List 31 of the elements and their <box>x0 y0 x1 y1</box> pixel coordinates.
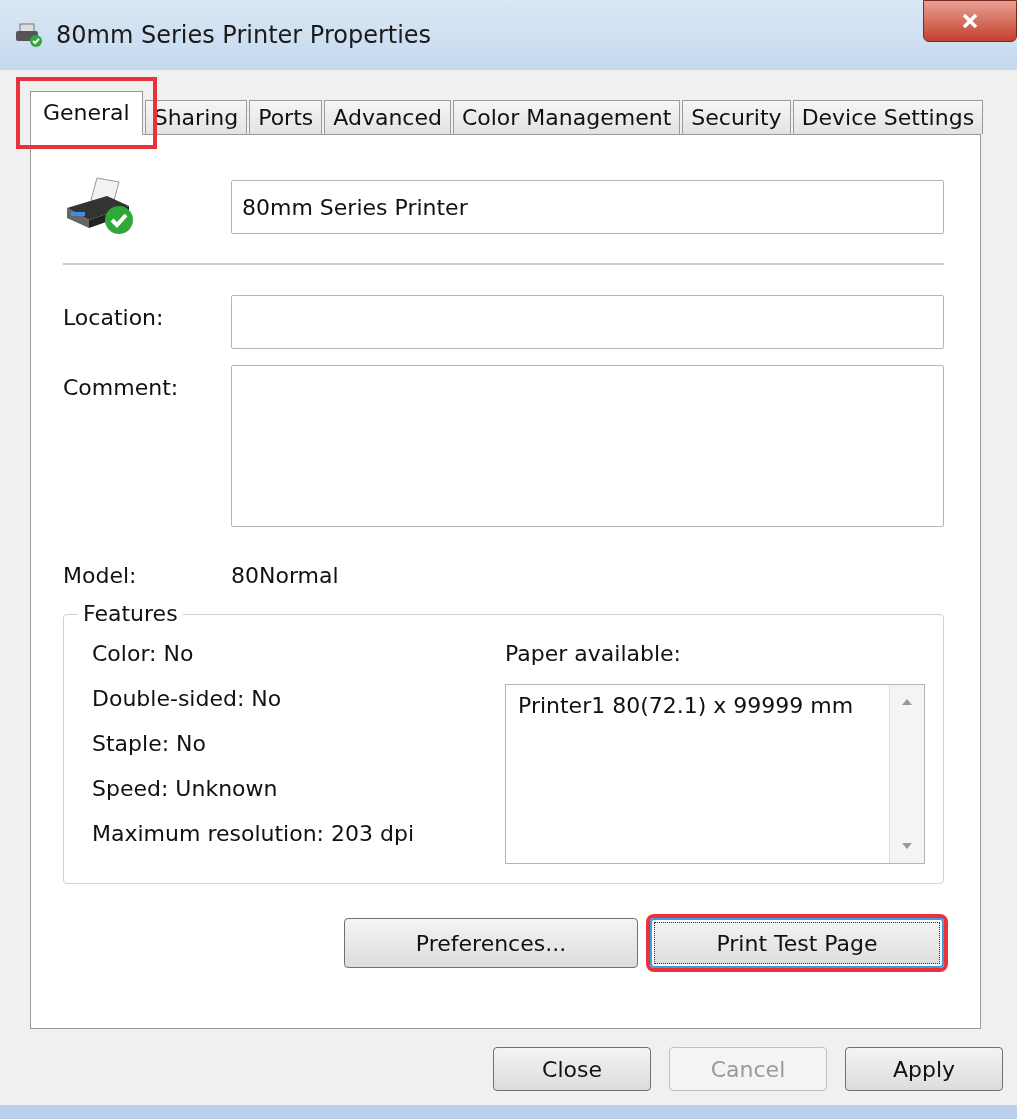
paper-item[interactable]: Printer1 80(72.1) x 99999 mm <box>518 693 877 718</box>
scroll-up-icon <box>902 699 912 705</box>
tab[interactable]: Color Management <box>452 100 681 134</box>
dialog-button[interactable]: Close <box>493 1047 651 1091</box>
tab[interactable]: General <box>30 91 143 135</box>
location-field[interactable] <box>231 295 944 349</box>
model-label: Model: <box>63 563 138 588</box>
location-label: Location: <box>63 304 165 330</box>
window-title: 80mm Series Printer Properties <box>56 21 432 49</box>
tab[interactable]: Security <box>682 100 791 134</box>
feature-text: Double-sided: No <box>92 686 283 711</box>
feature-text: Staple: No <box>92 731 207 756</box>
tab[interactable]: Advanced <box>324 100 451 134</box>
model-value: 80Normal <box>231 563 339 588</box>
feature-text: Speed: Unknown <box>92 776 279 801</box>
scroll-down-icon <box>902 843 912 849</box>
close-button[interactable] <box>923 0 1017 42</box>
comment-field[interactable] <box>231 365 944 527</box>
feature-text: Maximum resolution: 203 dpi <box>92 821 415 846</box>
tab[interactable]: Device Settings <box>792 100 984 134</box>
comment-label: Comment: <box>63 374 180 400</box>
tab[interactable]: Ports <box>249 100 323 134</box>
printer-icon <box>14 22 44 48</box>
scroll-bar[interactable] <box>889 685 924 863</box>
close-icon <box>961 13 979 29</box>
paper-label: Paper available: <box>505 641 682 666</box>
feature-text: Color: No <box>92 641 195 666</box>
printer-name-field[interactable]: 80mm Series Printer <box>231 180 944 234</box>
dialog-button[interactable]: Preferences... <box>344 918 638 968</box>
tab[interactable]: Sharing <box>144 100 248 134</box>
dialog-button[interactable]: Apply <box>845 1047 1003 1091</box>
